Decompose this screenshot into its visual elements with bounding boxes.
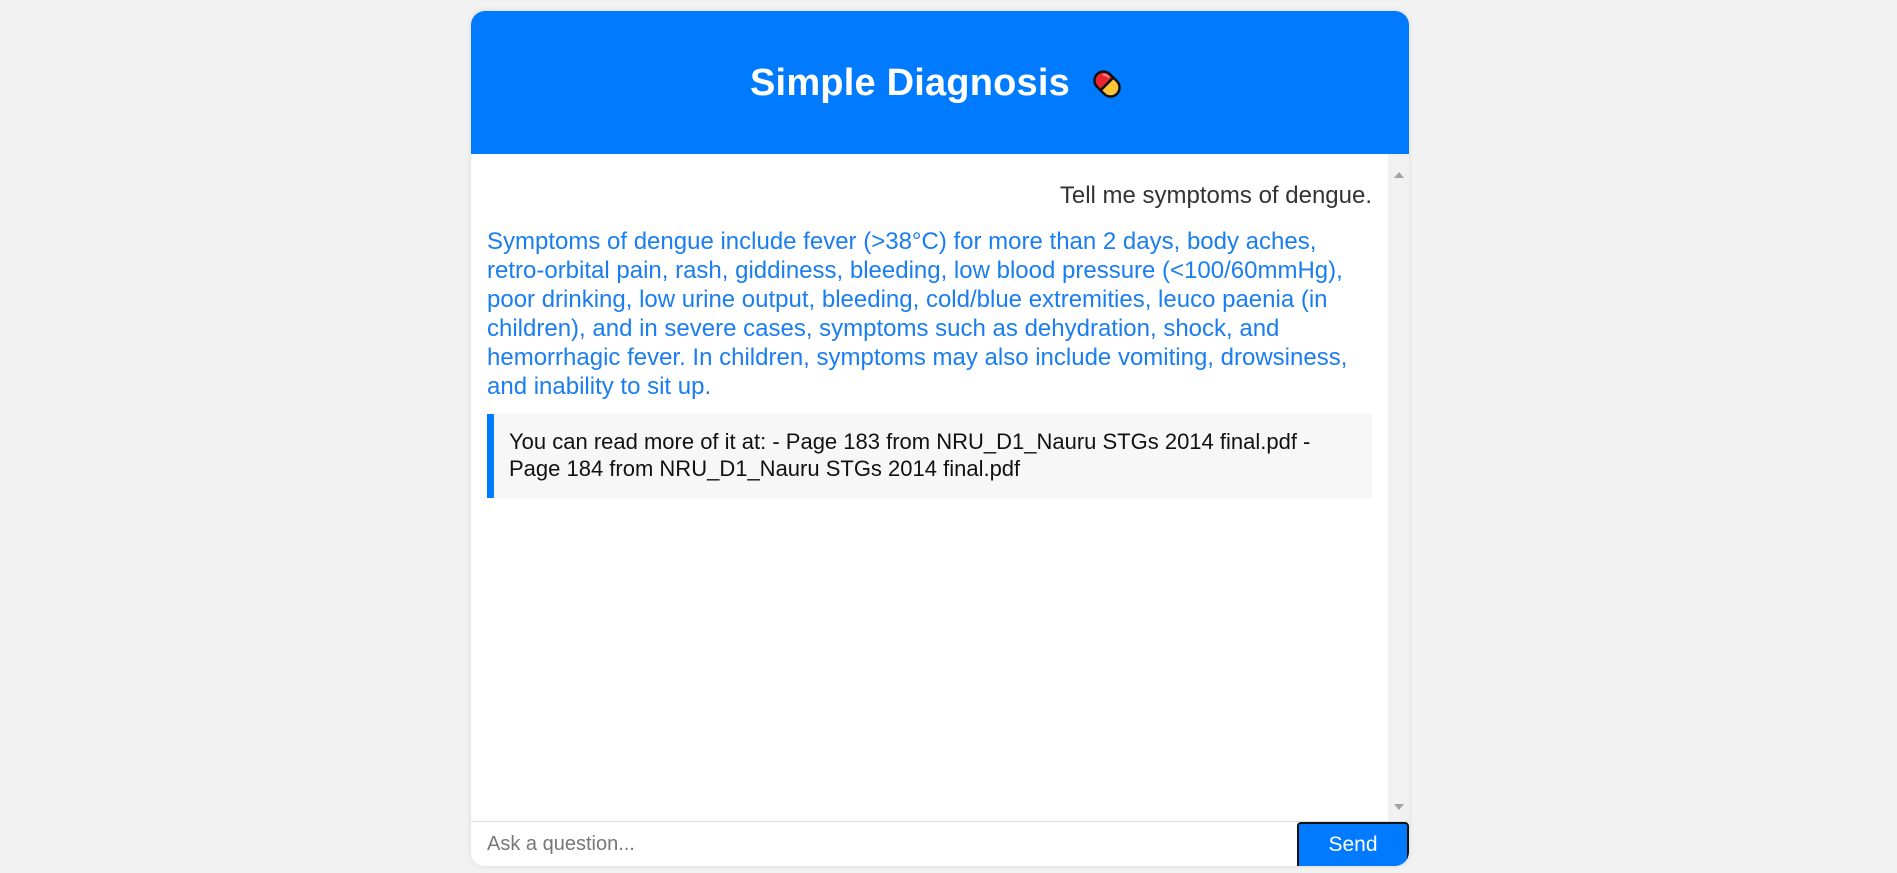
app-header: Simple Diagnosis	[471, 11, 1409, 154]
pill-icon	[1084, 61, 1130, 107]
input-bar: Send	[471, 821, 1409, 866]
question-input[interactable]	[471, 822, 1297, 866]
app-title: Simple Diagnosis	[750, 62, 1070, 104]
chat-history[interactable]: Tell me symptoms of dengue. Symptoms of …	[471, 154, 1388, 809]
chat-app: Simple Diagnosis Tell me symptoms of den…	[471, 11, 1409, 866]
scroll-up-icon[interactable]	[1394, 172, 1404, 178]
chat-scrollbar[interactable]	[1388, 154, 1409, 822]
title-group: Simple Diagnosis	[750, 61, 1130, 107]
send-button[interactable]: Send	[1297, 822, 1409, 866]
source-reference: You can read more of it at: - Page 183 f…	[487, 414, 1372, 498]
scroll-down-icon[interactable]	[1394, 804, 1404, 810]
user-message: Tell me symptoms of dengue.	[1059, 182, 1372, 209]
bot-message: Symptoms of dengue include fever (>38°C)…	[487, 228, 1348, 400]
